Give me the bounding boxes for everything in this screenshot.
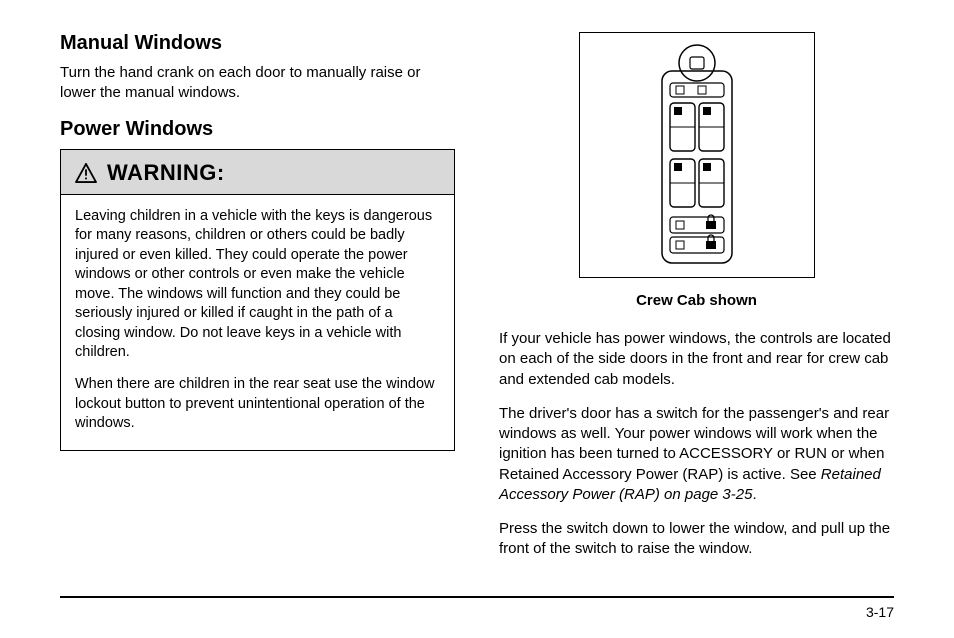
two-column-layout: Manual Windows Turn the hand crank on ea…: [60, 32, 894, 574]
right-column: Crew Cab shown If your vehicle has power…: [499, 32, 894, 574]
figure: Crew Cab shown: [499, 32, 894, 319]
warning-paragraph-1: Leaving children in a vehicle with the k…: [75, 207, 440, 364]
page-footer: 3-17: [60, 596, 894, 620]
warning-header: WARNING:: [61, 150, 454, 195]
warning-body: Leaving children in a vehicle with the k…: [61, 195, 454, 450]
left-column: Manual Windows Turn the hand crank on ea…: [60, 32, 455, 574]
page-number: 3-17: [60, 604, 894, 620]
warning-triangle-icon: [75, 163, 97, 183]
paragraph-driver-switch: The driver's door has a switch for the p…: [499, 404, 894, 505]
heading-manual-windows: Manual Windows: [60, 32, 455, 55]
warning-title: WARNING:: [107, 160, 225, 186]
manual-page: Manual Windows Turn the hand crank on ea…: [0, 0, 954, 638]
paragraph-manual-windows: Turn the hand crank on each door to manu…: [60, 63, 455, 104]
heading-power-windows: Power Windows: [60, 118, 455, 141]
figure-box: [579, 32, 815, 278]
window-switch-panel-icon: [658, 41, 736, 267]
paragraph-switch-operation: Press the switch down to lower the windo…: [499, 519, 894, 560]
figure-caption: Crew Cab shown: [636, 292, 757, 309]
warning-paragraph-2: When there are children in the rear seat…: [75, 375, 440, 434]
paragraph-controls-location: If your vehicle has power windows, the c…: [499, 329, 894, 390]
warning-box: WARNING: Leaving children in a vehicle w…: [60, 149, 455, 451]
p2-text-b: .: [752, 486, 756, 503]
footer-rule: [60, 596, 894, 598]
